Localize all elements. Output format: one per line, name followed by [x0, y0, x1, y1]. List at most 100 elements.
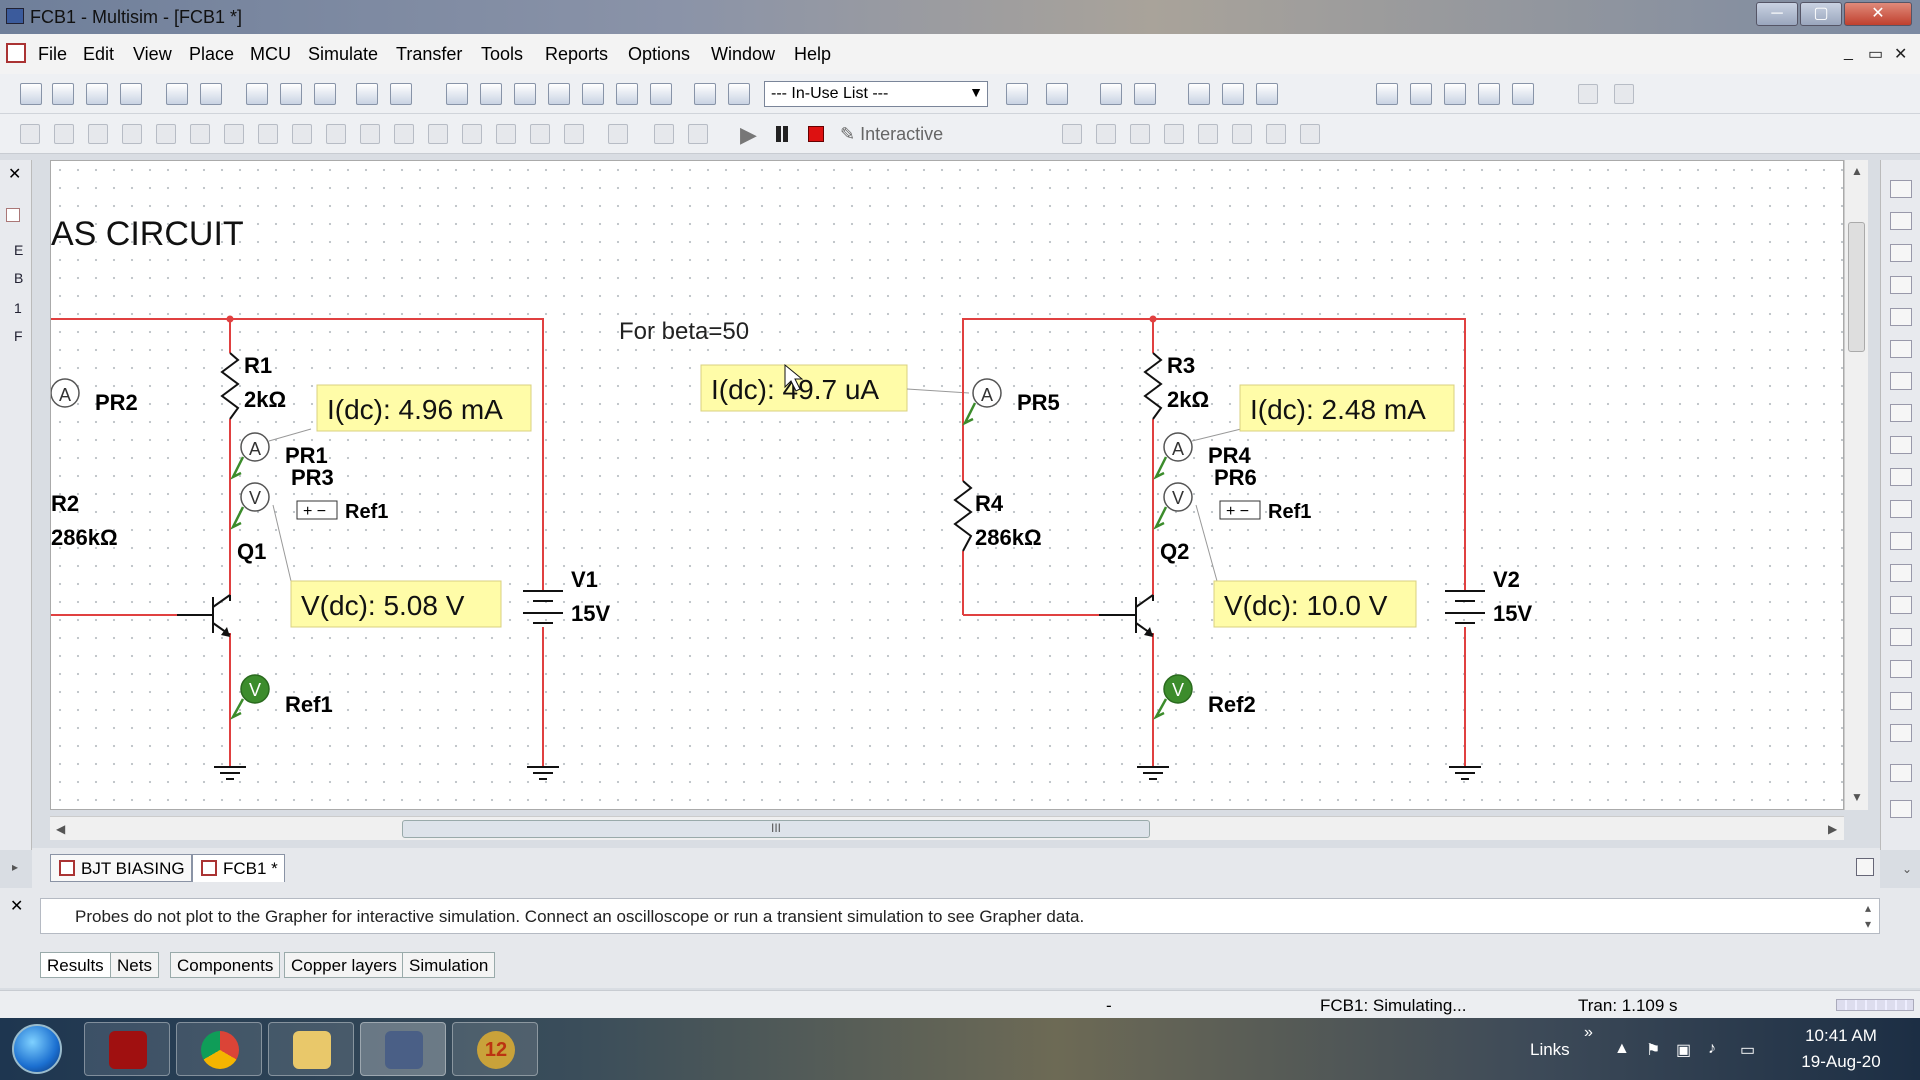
close-icon[interactable]: ✕	[8, 164, 21, 184]
menu-options[interactable]: Options	[628, 44, 690, 65]
open-sample-icon[interactable]	[86, 83, 108, 105]
dc-source-v2[interactable]	[1445, 590, 1485, 624]
schematic-workspace[interactable]: AS CIRCUIT For beta=50 R1 2kΩ R2 286kΩ A…	[50, 160, 1844, 810]
mdi-restore-button[interactable]: ▭	[1868, 44, 1883, 64]
wattmeter-icon[interactable]	[1890, 244, 1912, 262]
probe-digital-icon[interactable]	[1266, 124, 1286, 144]
zoom-out-icon[interactable]	[1410, 83, 1432, 105]
help-icon[interactable]	[1256, 83, 1278, 105]
display-icon[interactable]: ▭	[1740, 1040, 1755, 1060]
place-advanced-peripherals-icon[interactable]	[428, 124, 448, 144]
tab-bjt-biasing[interactable]: BJT BIASING	[50, 854, 192, 882]
vertical-scrollbar[interactable]: ▲ ▼	[1844, 160, 1868, 810]
backannotate-icon[interactable]	[728, 83, 750, 105]
database-manager-icon[interactable]	[514, 83, 536, 105]
place-basic-icon[interactable]	[54, 124, 74, 144]
in-use-list-dropdown[interactable]: --- In-Use List --- ▼	[764, 81, 988, 107]
place-analog-icon[interactable]	[156, 124, 176, 144]
function-generator-icon[interactable]	[1890, 212, 1912, 230]
links-toolbar[interactable]: Links	[1530, 1040, 1570, 1060]
labview-instrument-icon[interactable]	[1890, 764, 1912, 782]
transistor-q2[interactable]	[1099, 594, 1154, 636]
undo-icon[interactable]	[356, 83, 378, 105]
agilent-oscilloscope-icon[interactable]	[1890, 692, 1912, 710]
scroll-down-icon[interactable]: ▼	[1851, 790, 1863, 804]
flag-icon[interactable]: ⚑	[1646, 1040, 1660, 1060]
probe-current-icon[interactable]	[1096, 124, 1116, 144]
menu-help[interactable]: Help	[794, 44, 831, 65]
place-electromechanical-icon[interactable]	[496, 124, 516, 144]
place-wire-icon[interactable]	[688, 124, 708, 144]
tab-fcb1[interactable]: FCB1 *	[192, 854, 285, 882]
menu-mcu[interactable]: MCU	[250, 44, 291, 65]
chevron-down-icon[interactable]: ⌄	[1902, 862, 1912, 876]
current-probe-icon[interactable]	[1890, 800, 1912, 818]
place-diode-icon[interactable]	[88, 124, 108, 144]
logic-converter-icon[interactable]	[1890, 436, 1912, 454]
iv-analyzer-icon[interactable]	[1890, 500, 1912, 518]
place-transistor-icon[interactable]	[122, 124, 142, 144]
scroll-up-icon[interactable]: ▴	[1865, 901, 1871, 915]
tab-nets[interactable]: Nets	[110, 952, 159, 978]
tektronix-oscilloscope-icon[interactable]	[1890, 724, 1912, 742]
zoom-area-icon[interactable]	[1444, 83, 1466, 105]
cut-icon[interactable]	[246, 83, 268, 105]
copy-icon[interactable]	[280, 83, 302, 105]
close-button[interactable]: ✕	[1844, 2, 1912, 26]
taskbar-app-12[interactable]: 12	[452, 1022, 538, 1076]
distortion-analyzer-icon[interactable]	[1890, 532, 1912, 550]
chevron-right-icon[interactable]: »	[1584, 1024, 1593, 1042]
frequency-counter-icon[interactable]	[1890, 372, 1912, 390]
volume-icon[interactable]: ♪	[1708, 1040, 1716, 1058]
electrical-rules-icon[interactable]	[694, 83, 716, 105]
network-analyzer-icon[interactable]	[1890, 596, 1912, 614]
scroll-down-icon[interactable]: ▾	[1865, 917, 1871, 931]
place-misc-digital-icon[interactable]	[258, 124, 278, 144]
mdi-minimize-button[interactable]: _	[1844, 44, 1853, 62]
menu-tools[interactable]: Tools	[481, 44, 523, 65]
spectrum-analyzer-icon[interactable]	[1890, 564, 1912, 582]
horizontal-scrollbar[interactable]: ◀ III ▶	[50, 816, 1844, 840]
mdi-close-button[interactable]: ✕	[1894, 44, 1907, 64]
place-ttl-icon[interactable]	[190, 124, 210, 144]
resistor-r1[interactable]	[220, 352, 240, 420]
agilent-multimeter-icon[interactable]	[1890, 660, 1912, 678]
place-ni-components-icon[interactable]	[530, 124, 550, 144]
resistor-r3[interactable]	[1143, 352, 1163, 420]
tab-simulation[interactable]: Simulation	[402, 952, 496, 978]
place-bus-icon[interactable]	[654, 124, 674, 144]
redo-icon[interactable]	[390, 83, 412, 105]
design-toolbox-icon[interactable]	[446, 83, 468, 105]
close-icon[interactable]: ✕	[10, 896, 23, 916]
tab-copper-layers[interactable]: Copper layers	[284, 952, 404, 978]
place-source-icon[interactable]	[20, 124, 40, 144]
scroll-up-icon[interactable]: ▲	[1851, 164, 1863, 178]
scroll-right-icon[interactable]: ▶	[1828, 822, 1837, 836]
place-indicator-icon[interactable]	[326, 124, 346, 144]
menu-place[interactable]: Place	[189, 44, 234, 65]
print-preview-icon[interactable]	[200, 83, 222, 105]
menu-view[interactable]: View	[133, 44, 172, 65]
clock-date[interactable]: 19-Aug-20	[1796, 1052, 1886, 1072]
tab-results[interactable]: Results	[40, 952, 111, 978]
network-icon[interactable]: ▣	[1676, 1040, 1691, 1060]
export-icon[interactable]	[1134, 83, 1156, 105]
document-icon[interactable]	[6, 43, 26, 63]
multisim-app-icon[interactable]	[6, 8, 24, 24]
clock-time[interactable]: 10:41 AM	[1796, 1026, 1886, 1046]
print-icon[interactable]	[166, 83, 188, 105]
horizontal-scroll-thumb[interactable]: III	[402, 820, 1150, 838]
folder-tree-icon[interactable]	[6, 208, 20, 222]
erc-icon[interactable]	[1006, 83, 1028, 105]
place-mcu-icon[interactable]	[564, 124, 584, 144]
start-button[interactable]	[12, 1024, 62, 1074]
menu-simulate[interactable]: Simulate	[308, 44, 378, 65]
transfer-ultiboard-icon[interactable]	[1046, 83, 1068, 105]
component-list-icon[interactable]	[548, 83, 570, 105]
tab-components[interactable]: Components	[170, 952, 281, 978]
scroll-left-icon[interactable]: ◀	[56, 822, 65, 836]
tab-scroll-icon[interactable]: ▸	[12, 860, 18, 874]
interactive-mode-button[interactable]: ✎ Interactive	[840, 124, 943, 145]
place-power-icon[interactable]	[360, 124, 380, 144]
menu-edit[interactable]: Edit	[83, 44, 114, 65]
